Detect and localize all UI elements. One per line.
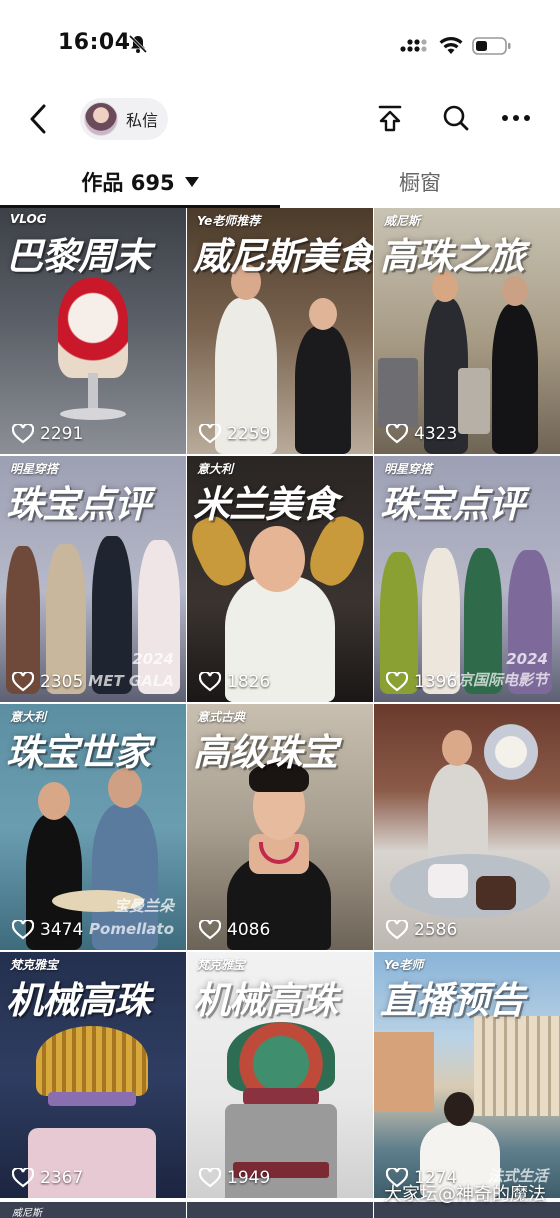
video-title: 机械高珠 (6, 979, 151, 1022)
video-title: 巴黎周末 (6, 235, 151, 278)
like-count: 4086 (199, 920, 270, 940)
signal-icon (400, 39, 427, 52)
like-count: 3474 (12, 920, 83, 940)
video-subtitle: 2024 (506, 650, 548, 668)
like-count: 2586 (386, 920, 457, 940)
heart-icon (199, 920, 221, 940)
video-thumbnail[interactable]: VLOG 巴黎周末 2291 (0, 208, 186, 454)
like-count-value: 4086 (227, 920, 271, 940)
direct-message-button[interactable]: 私信 (80, 98, 168, 140)
video-title: 高珠之旅 (380, 235, 525, 278)
search-icon[interactable] (440, 102, 472, 134)
video-subtitle-secondary: MET GALA (88, 672, 174, 690)
like-count-value: 2367 (40, 1168, 84, 1188)
tab-works[interactable]: 作品 695 (0, 160, 280, 208)
like-count: 2259 (199, 424, 270, 444)
back-arrow-icon[interactable] (24, 100, 54, 138)
video-thumbnail[interactable]: Ye老师推荐 威尼斯美食 2259 (187, 208, 373, 454)
like-count-value: 1826 (227, 672, 271, 692)
tab-shop[interactable]: 橱窗 (280, 160, 560, 204)
heart-icon (12, 1168, 34, 1188)
video-subtitle-secondary: Pomellato (89, 920, 174, 938)
video-grid: VLOG 巴黎周末 2291 Ye老师推荐 威尼斯美食 2259 威尼斯 高珠之… (0, 208, 560, 1198)
more-icon[interactable] (500, 102, 532, 134)
watermark: 大家坛@神奇的魔法 (384, 1184, 546, 1205)
video-subtitle-secondary: 北京国际电影节 (442, 671, 548, 689)
video-thumbnail[interactable]: 意大利 珠宝世家 宝曼兰朵 Pomellato 3474 (0, 704, 186, 950)
video-title: 珠宝世家 (6, 731, 151, 774)
like-count-value: 2305 (40, 672, 84, 692)
heart-icon (386, 920, 408, 940)
heart-icon (386, 672, 408, 692)
heart-icon (199, 1168, 221, 1188)
battery-icon (472, 37, 511, 55)
status-bar: 16:04 (0, 0, 560, 90)
like-count-value: 1396 (414, 672, 458, 692)
status-time: 16:04 (58, 30, 131, 55)
like-count: 2367 (12, 1168, 83, 1188)
heart-icon (12, 672, 34, 692)
video-title: 珠宝点评 (380, 483, 525, 526)
dm-label: 私信 (126, 111, 159, 130)
video-thumbnail[interactable]: 2586 (374, 704, 560, 950)
video-title: 高级珠宝 (193, 731, 338, 774)
heart-icon (199, 672, 221, 692)
video-thumbnail[interactable]: Ye老师 直播预告 法式生活 1274 (374, 952, 560, 1198)
video-thumbnail[interactable]: 明星穿搭 珠宝点评 2024 MET GALA 2305 (0, 456, 186, 702)
like-count: 2291 (12, 424, 83, 444)
heart-icon (199, 424, 221, 444)
like-count-value: 2259 (227, 424, 271, 444)
video-thumbnail[interactable]: 明星穿搭 珠宝点评 2024 北京国际电影节 1396 (374, 456, 560, 702)
like-count-value: 3474 (40, 920, 84, 940)
like-count-value: 2291 (40, 424, 84, 444)
video-thumbnail[interactable]: 梵克雅宝 机械高珠 1949 (187, 952, 373, 1198)
video-title: 机械高珠 (193, 979, 338, 1022)
video-tag: VLOG (10, 212, 47, 226)
like-count: 2305 (12, 672, 83, 692)
video-title: 直播预告 (380, 979, 525, 1022)
video-thumbnail[interactable]: 意式古典 高级珠宝 4086 (187, 704, 373, 950)
video-title: 米兰美食 (193, 483, 338, 526)
like-count-value: 1949 (227, 1168, 271, 1188)
avatar (84, 102, 118, 136)
video-thumbnail[interactable]: 威尼斯 高珠之旅 4323 (374, 208, 560, 454)
video-subtitle: 宝曼兰朵 (113, 897, 174, 915)
like-count: 1826 (199, 672, 270, 692)
heart-icon (12, 424, 34, 444)
video-thumbnail[interactable]: 梵克雅宝 机械高珠 2367 (0, 952, 186, 1198)
like-count: 1396 (386, 672, 457, 692)
like-count-value: 4323 (414, 424, 458, 444)
video-tag: 威尼斯 (12, 1208, 42, 1218)
like-count: 1949 (199, 1168, 270, 1188)
video-thumbnail[interactable]: 意大利 米兰美食 1826 (187, 456, 373, 702)
heart-icon (386, 424, 408, 444)
bell-mute-icon (128, 34, 148, 54)
heart-icon (12, 920, 34, 940)
video-title: 威尼斯美食 (193, 235, 373, 278)
profile-tabs: 作品 695 橱窗 (0, 160, 560, 208)
like-count: 4323 (386, 424, 457, 444)
video-title: 珠宝点评 (6, 483, 151, 526)
share-icon[interactable] (374, 102, 406, 134)
tab-works-label: 作品 695 (81, 171, 175, 195)
wifi-icon (439, 37, 463, 54)
like-count-value: 2586 (414, 920, 458, 940)
caret-down-icon (184, 177, 199, 187)
video-subtitle: 2024 (132, 650, 174, 668)
